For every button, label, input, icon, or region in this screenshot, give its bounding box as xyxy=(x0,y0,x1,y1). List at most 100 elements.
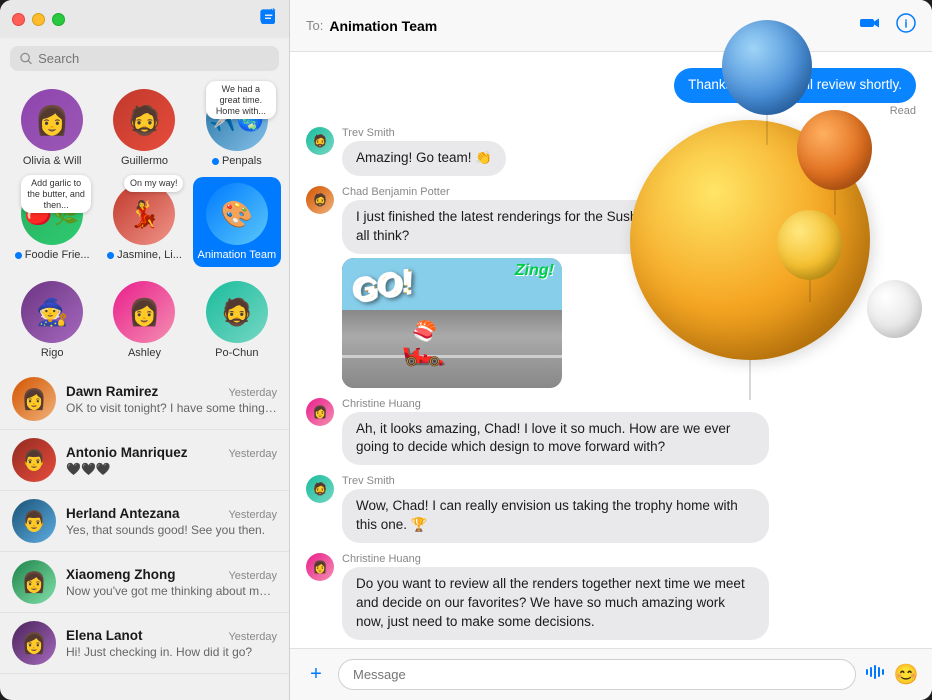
sidebar-header xyxy=(0,0,289,38)
msg-sender: Trev Smith xyxy=(342,475,769,487)
msg-content: Trev Smith Wow, Chad! I can really envis… xyxy=(342,475,769,543)
compose-icon[interactable] xyxy=(259,8,277,31)
to-label: To: xyxy=(306,18,323,33)
traffic-lights xyxy=(12,13,65,26)
conversation-list: 👩 Dawn Ramirez Yesterday OK to visit ton… xyxy=(0,369,289,700)
avatar: 🧔 xyxy=(306,127,334,155)
pinned-item-foodie-friends[interactable]: 🍅🌿 Add garlic to the butter, and then...… xyxy=(8,177,96,267)
pinned-item-olivia-will[interactable]: 👩 Olivia & Will xyxy=(8,83,96,173)
pinned-item-rigo[interactable]: 🧙 Rigo xyxy=(8,275,96,365)
avatar-container: 👩 xyxy=(21,89,83,151)
conv-name: Xiaomeng Zhong xyxy=(66,567,176,582)
chat-main: To: Animation Team xyxy=(290,0,932,700)
message-row-chad: 🧔 Chad Benjamin Potter I just finished t… xyxy=(306,186,916,388)
conv-time: Yesterday xyxy=(228,448,277,460)
avatar-container: 🍅🌿 Add garlic to the butter, and then... xyxy=(21,183,83,245)
avatar-container: 🎨 xyxy=(206,183,268,245)
conv-item-antonio[interactable]: 👨 Antonio Manriquez Yesterday 🖤🖤🖤 xyxy=(0,430,289,491)
conv-item-herland[interactable]: 👨 Herland Antezana Yesterday Yes, that s… xyxy=(0,491,289,552)
msg-content: Christine Huang Ah, it looks amazing, Ch… xyxy=(342,398,769,466)
chat-recipient: Animation Team xyxy=(329,18,437,34)
sidebar: 👩 Olivia & Will 🧔 Guillermo ✈️🌏 xyxy=(0,0,290,700)
message-row-thanks: Thanks, Christine. I'll review shortly. … xyxy=(306,68,916,117)
pinned-label: Olivia & Will xyxy=(23,155,82,167)
pinned-label: Rigo xyxy=(41,347,64,359)
pinned-item-penpals[interactable]: ✈️🌏 We had a great time. Home with... Pe… xyxy=(193,83,281,173)
bubble-preview: Add garlic to the butter, and then... xyxy=(21,175,91,213)
conv-preview: Yes, that sounds good! See you then. xyxy=(66,523,277,537)
pinned-contacts: 👩 Olivia & Will 🧔 Guillermo ✈️🌏 xyxy=(0,79,289,271)
chat-header-icons xyxy=(860,13,916,38)
conv-time: Yesterday xyxy=(228,509,277,521)
conv-name: Elena Lanot xyxy=(66,628,143,643)
pinned-label: Foodie Frie... xyxy=(25,249,90,261)
msg-content: Thanks, Christine. I'll review shortly. … xyxy=(674,68,916,117)
conv-preview: Now you've got me thinking about my next… xyxy=(66,584,277,598)
pinned-label: Animation Team xyxy=(197,249,276,261)
conv-preview: 🖤🖤🖤 xyxy=(66,462,277,476)
conv-time: Yesterday xyxy=(228,631,277,643)
msg-read: Read xyxy=(674,105,916,117)
conv-item-elena[interactable]: 👩 Elena Lanot Yesterday Hi! Just checkin… xyxy=(0,613,289,674)
avatar-container: ✈️🌏 We had a great time. Home with... xyxy=(206,89,268,151)
pinned-label: Penpals xyxy=(222,155,262,167)
maximize-button[interactable] xyxy=(52,13,65,26)
search-bar[interactable] xyxy=(10,46,279,71)
avatar-container: 🧙 xyxy=(21,281,83,343)
video-call-icon[interactable] xyxy=(860,13,880,38)
conv-name: Herland Antezana xyxy=(66,506,180,521)
chat-messages: Thanks, Christine. I'll review shortly. … xyxy=(290,52,932,648)
avatar: 🧔 xyxy=(306,475,334,503)
chat-header-left: To: Animation Team xyxy=(306,18,437,34)
msg-sender: Christine Huang xyxy=(342,398,769,410)
conv-time: Yesterday xyxy=(228,570,277,582)
message-row-amazing: 🧔 Trev Smith Amazing! Go team! 👏 xyxy=(306,127,916,176)
conv-preview: OK to visit tonight? I have some things … xyxy=(66,401,277,415)
msg-sender: Trev Smith xyxy=(342,127,506,139)
avatar: 👩 xyxy=(306,398,334,426)
search-input[interactable] xyxy=(38,51,269,66)
msg-bubble: Thanks, Christine. I'll review shortly. xyxy=(674,68,916,103)
conv-name: Dawn Ramirez xyxy=(66,384,158,399)
bubble-preview: On my way! xyxy=(124,175,184,192)
conv-item-dawn[interactable]: 👩 Dawn Ramirez Yesterday OK to visit ton… xyxy=(0,369,289,430)
conv-content: Dawn Ramirez Yesterday OK to visit tonig… xyxy=(66,384,277,415)
conv-header: Dawn Ramirez Yesterday xyxy=(66,384,277,399)
pinned-label: Ashley xyxy=(128,347,161,359)
msg-sender: Chad Benjamin Potter xyxy=(342,186,769,198)
msg-bubble: Ah, it looks amazing, Chad! I love it so… xyxy=(342,412,769,466)
message-row-christine1: 👩 Christine Huang Ah, it looks amazing, … xyxy=(306,398,916,466)
msg-sender: Christine Huang xyxy=(342,553,769,565)
conv-time: Yesterday xyxy=(228,387,277,399)
add-attachment-button[interactable]: + xyxy=(302,661,330,689)
avatar: 👩 xyxy=(306,553,334,581)
conv-header: Antonio Manriquez Yesterday xyxy=(66,445,277,460)
avatar-container: 🧔 xyxy=(206,281,268,343)
minimize-button[interactable] xyxy=(32,13,45,26)
pinned-item-pochun[interactable]: 🧔 Po-Chun xyxy=(193,275,281,365)
conv-name: Antonio Manriquez xyxy=(66,445,188,460)
close-button[interactable] xyxy=(12,13,25,26)
search-icon xyxy=(20,52,32,65)
conv-item-xiaomeng[interactable]: 👩 Xiaomeng Zhong Yesterday Now you've go… xyxy=(0,552,289,613)
pinned-item-guillermo[interactable]: 🧔 Guillermo xyxy=(100,83,188,173)
msg-bubble: Wow, Chad! I can really envision us taki… xyxy=(342,489,769,543)
chat-header: To: Animation Team xyxy=(290,0,932,52)
app-window: 👩 Olivia & Will 🧔 Guillermo ✈️🌏 xyxy=(0,0,932,700)
info-icon[interactable] xyxy=(896,13,916,38)
sushi-car-image: 🏎️ 🍣 GO! Zing! xyxy=(342,258,562,388)
pinned-label: Jasmine, Li... xyxy=(117,249,182,261)
avatar-container: 🧔 xyxy=(113,89,175,151)
message-input[interactable] xyxy=(338,659,856,690)
pinned-item-animation-team[interactable]: 🎨 Animation Team xyxy=(193,177,281,267)
conv-preview: Hi! Just checking in. How did it go? xyxy=(66,645,277,659)
emoji-button[interactable]: 😊 xyxy=(892,661,920,689)
message-row-trev2: 🧔 Trev Smith Wow, Chad! I can really env… xyxy=(306,475,916,543)
conv-header: Elena Lanot Yesterday xyxy=(66,628,277,643)
msg-content: Chad Benjamin Potter I just finished the… xyxy=(342,186,769,388)
conv-content: Xiaomeng Zhong Yesterday Now you've got … xyxy=(66,567,277,598)
pinned-item-jasmine[interactable]: 💃 On my way! Jasmine, Li... xyxy=(100,177,188,267)
conv-content: Elena Lanot Yesterday Hi! Just checking … xyxy=(66,628,277,659)
pinned-item-ashley[interactable]: 👩 Ashley xyxy=(100,275,188,365)
audio-waveform-icon[interactable] xyxy=(864,662,884,687)
